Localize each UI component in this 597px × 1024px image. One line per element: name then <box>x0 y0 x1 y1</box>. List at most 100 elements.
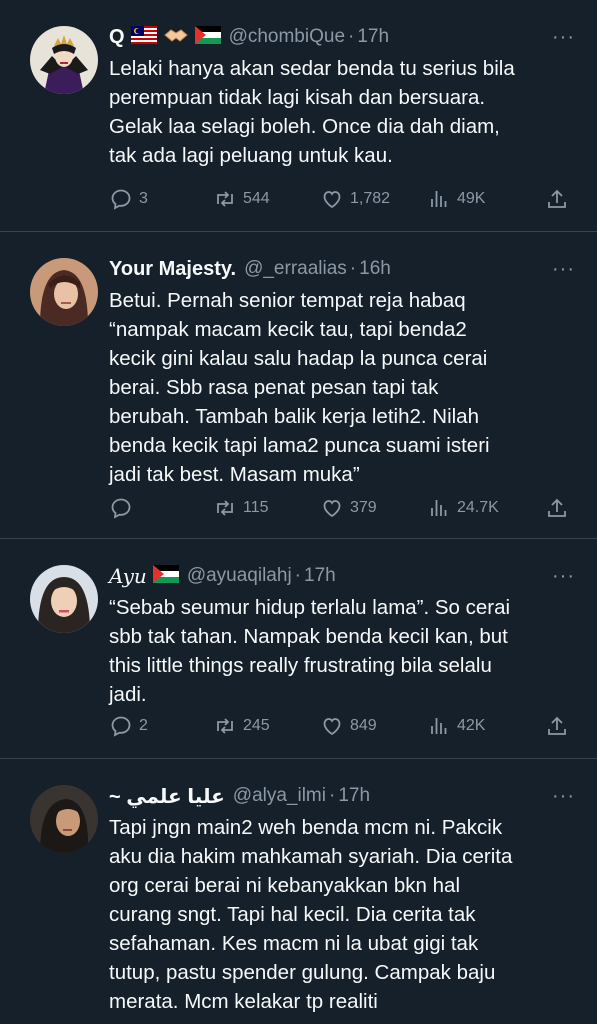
like-count: 379 <box>350 499 377 516</box>
view-count: 49K <box>457 190 486 207</box>
reply-count: 2 <box>139 717 148 734</box>
views-button[interactable]: 49K <box>427 187 485 211</box>
avatar[interactable] <box>30 258 98 326</box>
tweet-header: Q @chombiQue · 17h <box>109 22 575 52</box>
timestamp[interactable]: 17h <box>357 26 389 48</box>
views-icon <box>431 718 447 734</box>
retweet-button[interactable]: 245 <box>213 714 270 738</box>
like-button[interactable]: 1,782 <box>320 187 390 211</box>
tweet-text-line: jadi. <box>109 683 147 706</box>
reply-count: 3 <box>139 190 148 207</box>
tweet-text-line: benda kecik tapi lama2 punca suami ister… <box>109 434 490 457</box>
tweet-header: ~ عليا علمي @alya_ilmi · 17h <box>109 781 575 811</box>
reply-icon <box>111 498 131 519</box>
view-count: 24.7K <box>457 499 499 516</box>
tweet[interactable]: Ayu @ayuaqilahj · 17h ··· “Sebab seumur … <box>0 539 597 759</box>
share-button[interactable] <box>545 187 569 211</box>
avatar[interactable] <box>30 785 98 853</box>
views-button[interactable]: 24.7K <box>427 496 499 520</box>
tweet-header: Ayu @ayuaqilahj · 17h <box>109 561 575 591</box>
more-icon[interactable]: ··· <box>552 785 575 808</box>
tweet-text-line: Betui. Pernah senior tempat reja habaq <box>109 289 466 312</box>
tweet-text-line: Gelak laa selagi boleh. Once dia dah dia… <box>109 115 500 138</box>
reply-button[interactable]: 3 <box>109 187 148 211</box>
separator: · <box>328 785 336 806</box>
timestamp[interactable]: 17h <box>338 785 370 807</box>
tweet-actions: 2 245 849 42K <box>109 712 569 740</box>
tweet-text-line: merata. Mcm kelakar tp realiti <box>109 990 378 1013</box>
tweet-text-line: aku dia hakim mahkamah syariah. Dia ceri… <box>109 845 513 868</box>
retweet-button[interactable]: 544 <box>213 187 270 211</box>
tweet-text-line: Tapi jngn main2 weh benda mcm ni. Pakcik <box>109 816 503 839</box>
separator: · <box>349 258 357 279</box>
handle[interactable]: @_erraalias <box>244 258 347 280</box>
reply-icon <box>111 716 131 737</box>
tweet-text-line: jadi tak best. Masam muka” <box>109 463 360 486</box>
tweet-text-line: org cerai berai ni kebanyakkan bkn hal <box>109 874 460 897</box>
display-name[interactable]: Your Majesty. <box>109 258 236 281</box>
tweet-actions: 115 379 24.7K <box>109 494 569 522</box>
reply-icon <box>111 189 131 210</box>
timestamp[interactable]: 16h <box>359 258 391 280</box>
retweet-count: 544 <box>243 190 270 207</box>
separator: · <box>348 26 355 47</box>
avatar[interactable] <box>30 565 98 633</box>
views-button[interactable]: 42K <box>427 714 485 738</box>
separator: · <box>294 565 301 586</box>
tweet-text-line: tak ada lagi peluang untuk kau. <box>109 144 393 167</box>
palestine-flag-icon <box>152 564 179 588</box>
tweet[interactable]: Your Majesty. @_erraalias · 16h ··· Betu… <box>0 232 597 539</box>
tweet[interactable]: ~ عليا علمي @alya_ilmi · 17h ··· Tapi jn… <box>0 759 597 1024</box>
heart-icon <box>323 191 341 209</box>
display-name[interactable]: ~ عليا علمي <box>109 784 225 809</box>
more-icon[interactable]: ··· <box>552 258 575 281</box>
share-icon <box>548 498 566 517</box>
more-icon[interactable]: ··· <box>552 565 575 588</box>
tweet-text-line: Lelaki hanya akan sedar benda tu serius … <box>109 57 515 80</box>
tweet[interactable]: Q @chombiQue · 17h ··· Lelaki hanya akan… <box>0 0 597 232</box>
display-name[interactable]: Q <box>109 26 125 49</box>
tweet-text-line: berai. Sbb rasa penat pesan tapi tak <box>109 376 439 399</box>
handle[interactable]: @ayuaqilahj <box>187 565 292 587</box>
retweet-icon <box>217 500 233 516</box>
tweet-text: Tapi jngn main2 weh benda mcm ni. Pakcik… <box>109 813 575 1016</box>
tweet-text-line: this little things really frustrating bi… <box>109 654 492 677</box>
handle[interactable]: @chombiQue <box>229 26 345 48</box>
more-icon[interactable]: ··· <box>552 26 575 49</box>
like-count: 1,782 <box>350 190 391 207</box>
reply-button[interactable] <box>109 496 139 520</box>
tweet-header: Your Majesty. @_erraalias · 16h <box>109 254 575 284</box>
handle[interactable]: @alya_ilmi <box>233 785 326 807</box>
view-count: 42K <box>457 717 486 734</box>
tweet-text-line: sefahaman. Kes macm ni la ubat gigi tak <box>109 932 479 955</box>
tweet-actions: 3 544 1,782 49K <box>109 185 569 213</box>
views-icon <box>431 500 447 516</box>
heart-icon <box>323 500 341 518</box>
share-button[interactable] <box>545 714 569 738</box>
tweet-text-line: tutup, pastu spender gulung. Campak baju <box>109 961 496 984</box>
like-button[interactable]: 849 <box>320 714 377 738</box>
like-count: 849 <box>350 717 377 734</box>
handshake-icon <box>163 25 189 50</box>
reply-button[interactable]: 2 <box>109 714 148 738</box>
views-icon <box>431 191 447 207</box>
share-icon <box>548 189 566 208</box>
retweet-button[interactable]: 115 <box>213 496 269 520</box>
tweet-text-line: berubah. Tambah balik kerja letih2. Nila… <box>109 405 479 428</box>
tweet-text-line: “nampak macam kecik tau, tapi benda2 <box>109 318 467 341</box>
palestine-flag-icon <box>194 25 221 49</box>
tweet-text-line: kecik gini kalau salu hadap la punca cer… <box>109 347 488 370</box>
tweet-text: “Sebab seumur hidup terlalu lama”. So ce… <box>109 593 575 709</box>
timestamp[interactable]: 17h <box>304 565 336 587</box>
retweet-count: 115 <box>243 499 269 516</box>
retweet-icon <box>217 718 233 734</box>
heart-icon <box>323 718 341 736</box>
tweet-text-line: sbb tak tahan. Nampak benda kecil kan, b… <box>109 625 508 648</box>
display-name[interactable]: Ayu <box>109 564 147 588</box>
tweet-text-line: curang sngt. Tapi hal kecil. Dia cerita … <box>109 903 476 926</box>
retweet-count: 245 <box>243 717 270 734</box>
share-button[interactable] <box>545 496 569 520</box>
avatar[interactable] <box>30 26 98 94</box>
like-button[interactable]: 379 <box>320 496 377 520</box>
tweet-text-line: “Sebab seumur hidup terlalu lama”. So ce… <box>109 596 511 619</box>
